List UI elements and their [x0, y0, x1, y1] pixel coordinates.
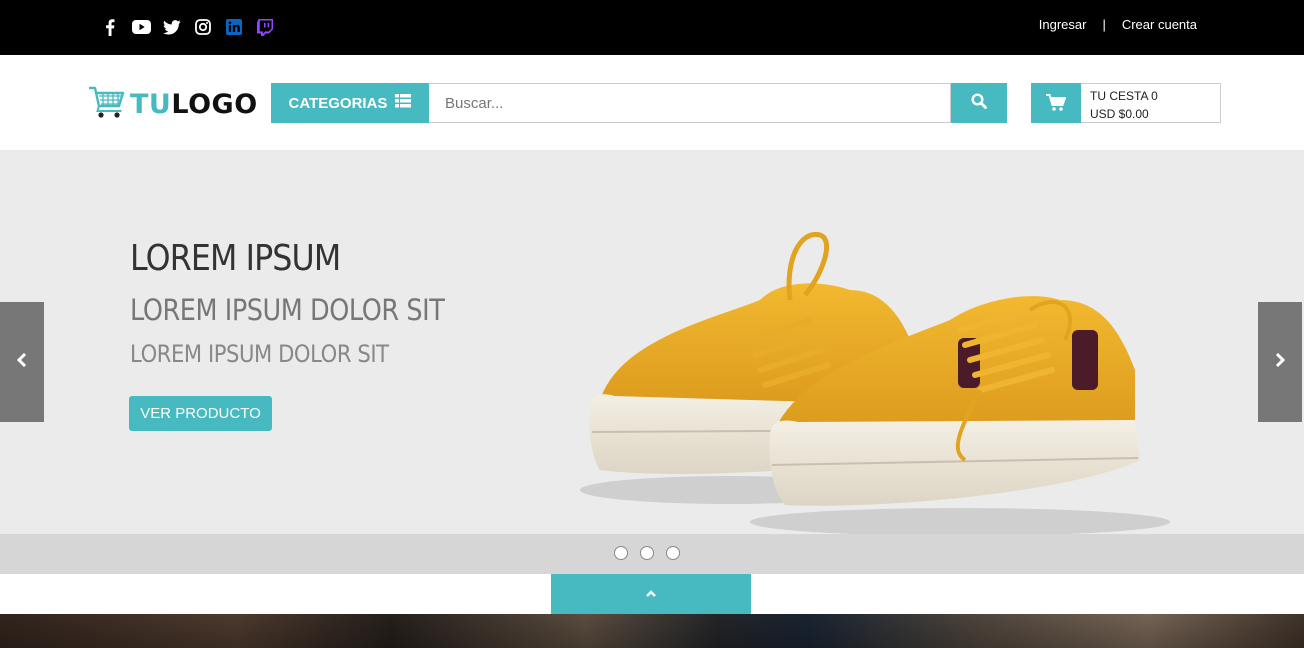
account-separator: |: [1102, 17, 1106, 32]
social-links: [100, 17, 275, 37]
slider-dot-3[interactable]: [666, 546, 680, 560]
cart-summary: TU CESTA 0 USD $0.00: [1090, 87, 1158, 123]
view-product-button[interactable]: VER PRODUCTO: [129, 396, 272, 431]
instagram-icon[interactable]: [193, 17, 213, 37]
account-links: Ingresar | Crear cuenta: [1039, 17, 1197, 32]
facebook-icon[interactable]: [100, 17, 120, 37]
scroll-up-tab[interactable]: [551, 574, 751, 614]
slider-next-button[interactable]: [1258, 302, 1302, 422]
categories-button[interactable]: CATEGORIAS: [271, 83, 429, 123]
cart-count: TU CESTA 0: [1090, 89, 1158, 103]
slider-prev-button[interactable]: [0, 302, 44, 422]
slider-pagination-bar: [0, 534, 1304, 574]
chevron-right-icon: [1274, 352, 1286, 373]
grid-list-icon: [395, 94, 412, 112]
site-logo[interactable]: TULOGO: [88, 85, 258, 124]
slide-title: LOREM IPSUM: [130, 238, 341, 279]
product-image-sneakers: [560, 220, 1180, 534]
categories-label: CATEGORIAS: [288, 94, 388, 112]
search-input[interactable]: [429, 83, 951, 123]
chevron-up-icon: [645, 585, 657, 603]
twitch-icon[interactable]: [255, 17, 275, 37]
logo-suffix: LOGO: [171, 89, 258, 120]
slide-subtitle-secondary: LOREM IPSUM DOLOR SIT: [130, 340, 389, 368]
twitter-icon[interactable]: [162, 17, 182, 37]
search-button[interactable]: [951, 83, 1007, 123]
register-link[interactable]: Crear cuenta: [1122, 17, 1197, 32]
slider-dot-1[interactable]: [614, 546, 628, 560]
header: TULOGO CATEGORIAS TU CESTA 0 USD $0.00: [0, 55, 1304, 150]
slider-dot-2[interactable]: [640, 546, 654, 560]
hero-slider: LOREM IPSUM LOREM IPSUM DOLOR SIT LOREM …: [0, 150, 1304, 534]
banner-background-image: [0, 614, 1304, 648]
slider-dots: [614, 546, 680, 560]
linkedin-icon[interactable]: [224, 17, 244, 37]
cart-logo-icon: [88, 85, 126, 124]
logo-prefix: TU: [130, 89, 172, 120]
banner-shade: [0, 614, 1304, 648]
top-bar: Ingresar | Crear cuenta: [0, 0, 1304, 55]
logo-text: TULOGO: [130, 89, 258, 120]
login-link[interactable]: Ingresar: [1039, 17, 1087, 32]
slide-subtitle: LOREM IPSUM DOLOR SIT: [130, 293, 445, 327]
cart-total: USD $0.00: [1090, 107, 1149, 121]
chevron-left-icon: [16, 352, 28, 373]
search-icon: [971, 92, 987, 114]
youtube-icon[interactable]: [131, 17, 151, 37]
shopping-cart-icon: [1031, 83, 1081, 123]
cart-widget[interactable]: TU CESTA 0 USD $0.00: [1031, 83, 1221, 123]
